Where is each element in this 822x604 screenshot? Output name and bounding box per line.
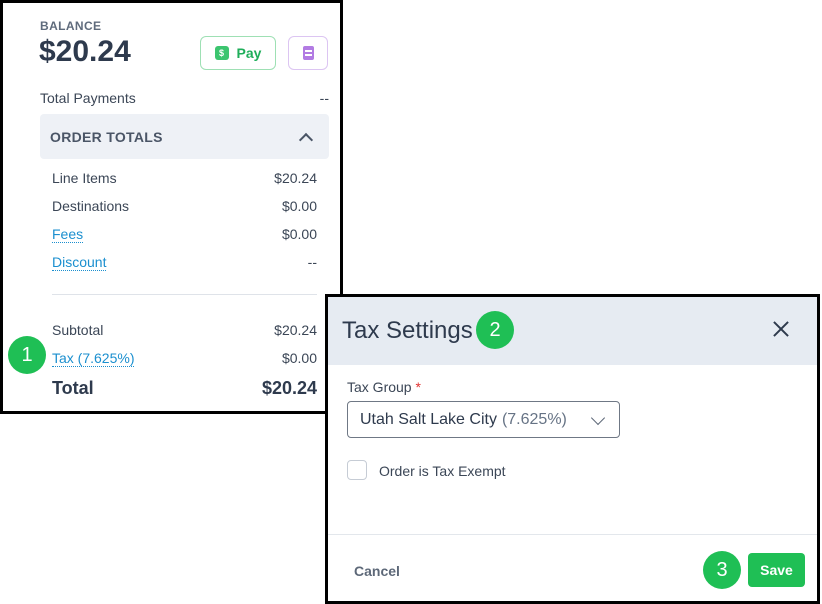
document-icon bbox=[302, 46, 314, 60]
totals-divider bbox=[52, 294, 317, 295]
tax-group-label-text: Tax Group bbox=[347, 379, 412, 395]
pay-button-label: Pay bbox=[236, 45, 262, 61]
total-label: Total bbox=[52, 378, 94, 398]
modal-footer-divider bbox=[328, 534, 817, 535]
dollar-badge-icon: $ bbox=[214, 46, 229, 60]
tax-value: $0.00 bbox=[281, 350, 317, 366]
total-payments-value: -- bbox=[319, 90, 329, 106]
tax-group-selected-rate: (7.625%) bbox=[501, 410, 567, 428]
total-row: Total $20.24 bbox=[52, 378, 317, 399]
discount-value: -- bbox=[307, 254, 317, 270]
fees-row: Fees $0.00 bbox=[52, 226, 317, 243]
balance-label: BALANCE bbox=[40, 19, 102, 33]
fees-link[interactable]: Fees bbox=[52, 226, 84, 243]
step-badge-3: 3 bbox=[703, 551, 741, 589]
tax-group-select[interactable]: Utah Salt Lake City (7.625%) bbox=[347, 401, 620, 438]
order-totals-label: ORDER TOTALS bbox=[50, 128, 163, 145]
step-badge-2: 2 bbox=[476, 311, 514, 349]
line-items-row: Line Items $20.24 bbox=[52, 170, 317, 186]
tax-link[interactable]: Tax (7.625%) bbox=[52, 350, 135, 367]
tax-settings-modal: Tax Settings Tax Group * Utah Salt Lake … bbox=[325, 294, 820, 604]
subtotal-row: Subtotal $20.24 bbox=[52, 322, 317, 338]
tax-exempt-label[interactable]: Order is Tax Exempt bbox=[379, 463, 506, 479]
line-items-label: Line Items bbox=[52, 170, 117, 186]
total-payments-label: Total Payments bbox=[40, 90, 136, 106]
order-totals-toggle[interactable]: ORDER TOTALS bbox=[40, 114, 329, 159]
tax-group-selected-value: Utah Salt Lake City bbox=[360, 410, 497, 428]
cancel-button[interactable]: Cancel bbox=[354, 563, 400, 579]
order-summary-panel: BALANCE $20.24 $ Pay Total Payments -- O… bbox=[0, 0, 343, 414]
save-button[interactable]: Save bbox=[748, 553, 805, 587]
destinations-value: $0.00 bbox=[281, 198, 317, 214]
chevron-down-icon bbox=[590, 410, 606, 426]
total-payments-row: Total Payments -- bbox=[40, 90, 329, 106]
subtotal-label: Subtotal bbox=[52, 322, 104, 338]
discount-row: Discount -- bbox=[52, 254, 317, 271]
modal-header: Tax Settings bbox=[328, 297, 817, 365]
close-icon[interactable] bbox=[773, 321, 789, 337]
discount-link[interactable]: Discount bbox=[52, 254, 107, 271]
step-badge-1: 1 bbox=[8, 336, 46, 374]
balance-amount: $20.24 bbox=[39, 35, 131, 68]
destinations-label: Destinations bbox=[52, 198, 130, 214]
modal-title: Tax Settings bbox=[342, 317, 473, 344]
tax-group-label: Tax Group * bbox=[347, 379, 421, 395]
required-indicator: * bbox=[415, 379, 421, 395]
tax-row: Tax (7.625%) $0.00 bbox=[52, 350, 317, 367]
chevron-up-icon bbox=[298, 132, 314, 147]
destinations-row: Destinations $0.00 bbox=[52, 198, 317, 214]
line-items-value: $20.24 bbox=[274, 170, 317, 186]
subtotal-value: $20.24 bbox=[274, 322, 317, 338]
total-value: $20.24 bbox=[261, 378, 317, 398]
invoice-button[interactable] bbox=[288, 36, 328, 70]
tax-exempt-checkbox[interactable] bbox=[347, 460, 367, 480]
pay-button[interactable]: $ Pay bbox=[200, 36, 276, 70]
fees-value: $0.00 bbox=[281, 226, 317, 242]
